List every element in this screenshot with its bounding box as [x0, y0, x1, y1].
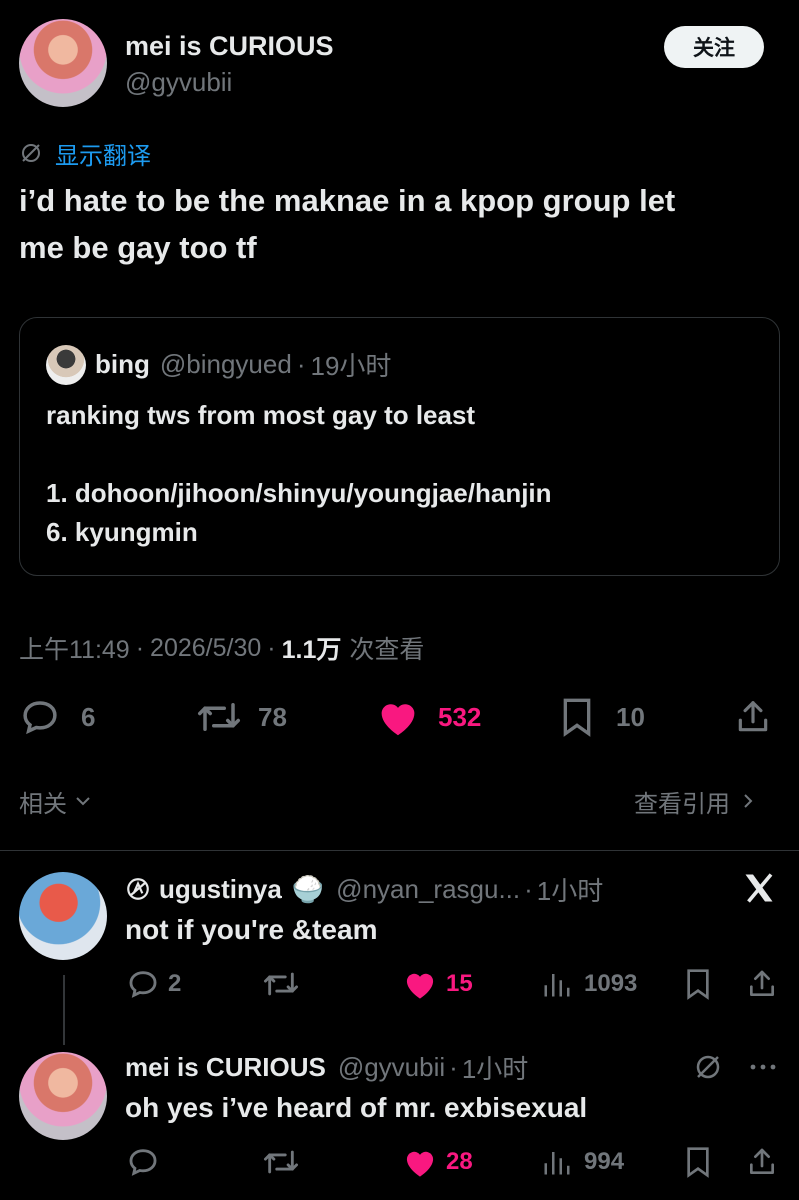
- globe-slash-icon[interactable]: [693, 1052, 723, 1082]
- speech-bubble-icon: [19, 696, 61, 738]
- quoted-author-name: bing: [95, 348, 150, 379]
- share-button[interactable]: [734, 695, 772, 739]
- reply-button[interactable]: 6: [19, 695, 95, 739]
- share-upload-icon: [746, 1145, 778, 1179]
- reply-1-reply-count: 2: [168, 970, 182, 997]
- section-divider: [0, 850, 799, 851]
- quoted-timestamp: 19小时: [310, 350, 392, 381]
- globe-slash-icon: [19, 141, 43, 165]
- related-label: 相关: [19, 790, 67, 818]
- speech-bubble-icon: [126, 1145, 160, 1179]
- reply-1-like-button[interactable]: 15: [402, 966, 473, 1002]
- bookmark-count: 10: [616, 701, 645, 732]
- retweet-arrows-icon: [262, 967, 300, 1001]
- bookmark-icon: [560, 697, 594, 737]
- thread-connector: [63, 975, 65, 1045]
- reply-2-text: oh yes i’ve heard of mr. exbisexual: [125, 1092, 588, 1123]
- tweet-time[interactable]: 上午11:49: [19, 630, 130, 666]
- reply-1-like-count: 15: [446, 970, 473, 997]
- translate-label: 显示翻译: [55, 142, 151, 170]
- tweet-text-line-1: i’d hate to be the maknae in a kpop grou…: [19, 183, 676, 218]
- reply-2-author-name[interactable]: mei is CURIOUS: [125, 1052, 326, 1083]
- reply-2-handle[interactable]: @gyvubii: [338, 1052, 445, 1083]
- like-count: 532: [438, 701, 482, 732]
- author-name[interactable]: mei is CURIOUS: [125, 30, 334, 62]
- author-avatar[interactable]: [19, 19, 107, 107]
- reply-1-separator: ·: [524, 873, 533, 904]
- views-count: 1.1万: [281, 636, 342, 664]
- reply-2-like-button[interactable]: 28: [402, 1144, 473, 1180]
- translate-link[interactable]: 显示翻译: [19, 137, 151, 170]
- bar-chart-icon: [542, 968, 572, 1000]
- like-button[interactable]: 532: [376, 695, 481, 739]
- reply-2-retweet-button[interactable]: [262, 1144, 300, 1180]
- reply-2-header: mei is CURIOUS @gyvubii · 1小时: [125, 1048, 528, 1086]
- reply-2-share-button[interactable]: [746, 1144, 778, 1180]
- heart-icon: [376, 697, 420, 737]
- bar-chart-icon: [542, 1146, 572, 1178]
- views-label: 次查看: [349, 636, 425, 664]
- author-handle[interactable]: @gyvubii: [125, 66, 232, 98]
- reply-2-separator: ·: [449, 1051, 458, 1082]
- meta-separator: ·: [135, 633, 145, 662]
- quoted-separator: ·: [296, 348, 306, 379]
- reply-2-reply-button[interactable]: [126, 1144, 160, 1180]
- bookmark-button[interactable]: 10: [560, 695, 645, 739]
- reply-2-bookmark-button[interactable]: [684, 1144, 712, 1180]
- quoted-text-line-3: 6. kyungmin: [46, 517, 198, 547]
- reply-1-views-button[interactable]: 1093: [542, 966, 637, 1002]
- bookmark-icon: [684, 968, 712, 1000]
- tweet-date[interactable]: 2026/5/30: [150, 634, 261, 663]
- reply-1-bookmark-button[interactable]: [684, 966, 712, 1002]
- chevron-down-icon: [73, 791, 93, 811]
- reply-1-text: not if you're &team: [125, 914, 378, 945]
- quoted-text-line-2: 1. dohoon/jihoon/shinyu/youngjae/hanjin: [46, 478, 552, 508]
- reply-1-share-button[interactable]: [746, 966, 778, 1002]
- reply-1-time: 1小时: [536, 875, 604, 906]
- reply-2-views-count: 994: [584, 1148, 625, 1175]
- reply-1-reply-button[interactable]: 2: [126, 966, 181, 1002]
- follow-button[interactable]: 关注: [664, 26, 764, 68]
- bookmark-icon: [684, 1146, 712, 1178]
- chevron-right-icon: [740, 791, 756, 811]
- reply-1-author-name[interactable]: ugustinya: [159, 874, 282, 905]
- quoted-author-avatar: [46, 345, 86, 385]
- reply-1-header: ugustinya 🍚 @nyan_rasgu... · 1小时: [125, 870, 603, 908]
- heart-icon: [402, 968, 438, 1000]
- view-quotes-label: 查看引用: [634, 790, 730, 818]
- reply-2-avatar[interactable]: [19, 1052, 107, 1140]
- more-dots-icon[interactable]: [748, 1058, 778, 1076]
- share-upload-icon: [734, 697, 772, 737]
- reply-2-like-count: 28: [446, 1148, 473, 1175]
- reply-1-avatar[interactable]: [19, 872, 107, 960]
- heart-icon: [402, 1146, 438, 1178]
- meta-separator: ·: [267, 633, 276, 662]
- reply-1-emoji: 🍚: [291, 873, 325, 904]
- retweet-count: 78: [258, 701, 287, 732]
- retweet-arrows-icon: [262, 1145, 300, 1179]
- tweet-meta: 上午11:49 · 2026/5/30 · 1.1万 次查看: [19, 630, 424, 666]
- reply-1-views-count: 1093: [584, 970, 638, 997]
- x-logo-icon: [740, 870, 778, 906]
- view-quotes-link[interactable]: 查看引用: [634, 784, 756, 818]
- reply-count: 6: [81, 701, 96, 732]
- reply-1-retweet-button[interactable]: [262, 966, 300, 1002]
- reply-2-time: 1小时: [461, 1053, 529, 1084]
- retweet-button[interactable]: 78: [196, 695, 287, 739]
- quoted-author-handle: @bingyued: [159, 348, 292, 379]
- reply-2-views-button[interactable]: 994: [542, 1144, 624, 1180]
- quoted-text-line-1: ranking tws from most gay to least: [46, 400, 476, 430]
- tweet-text-line-2: me be gay too tf: [19, 230, 257, 265]
- speech-bubble-icon: [126, 967, 160, 1001]
- share-upload-icon: [746, 967, 778, 1001]
- quoted-tweet-card[interactable]: bing @bingyued · 19小时 ranking tws from m…: [19, 317, 780, 576]
- grok-icon: [125, 876, 151, 902]
- reply-1-handle[interactable]: @nyan_rasgu...: [336, 874, 520, 905]
- related-toggle[interactable]: 相关: [19, 784, 93, 818]
- retweet-arrows-icon: [196, 696, 242, 738]
